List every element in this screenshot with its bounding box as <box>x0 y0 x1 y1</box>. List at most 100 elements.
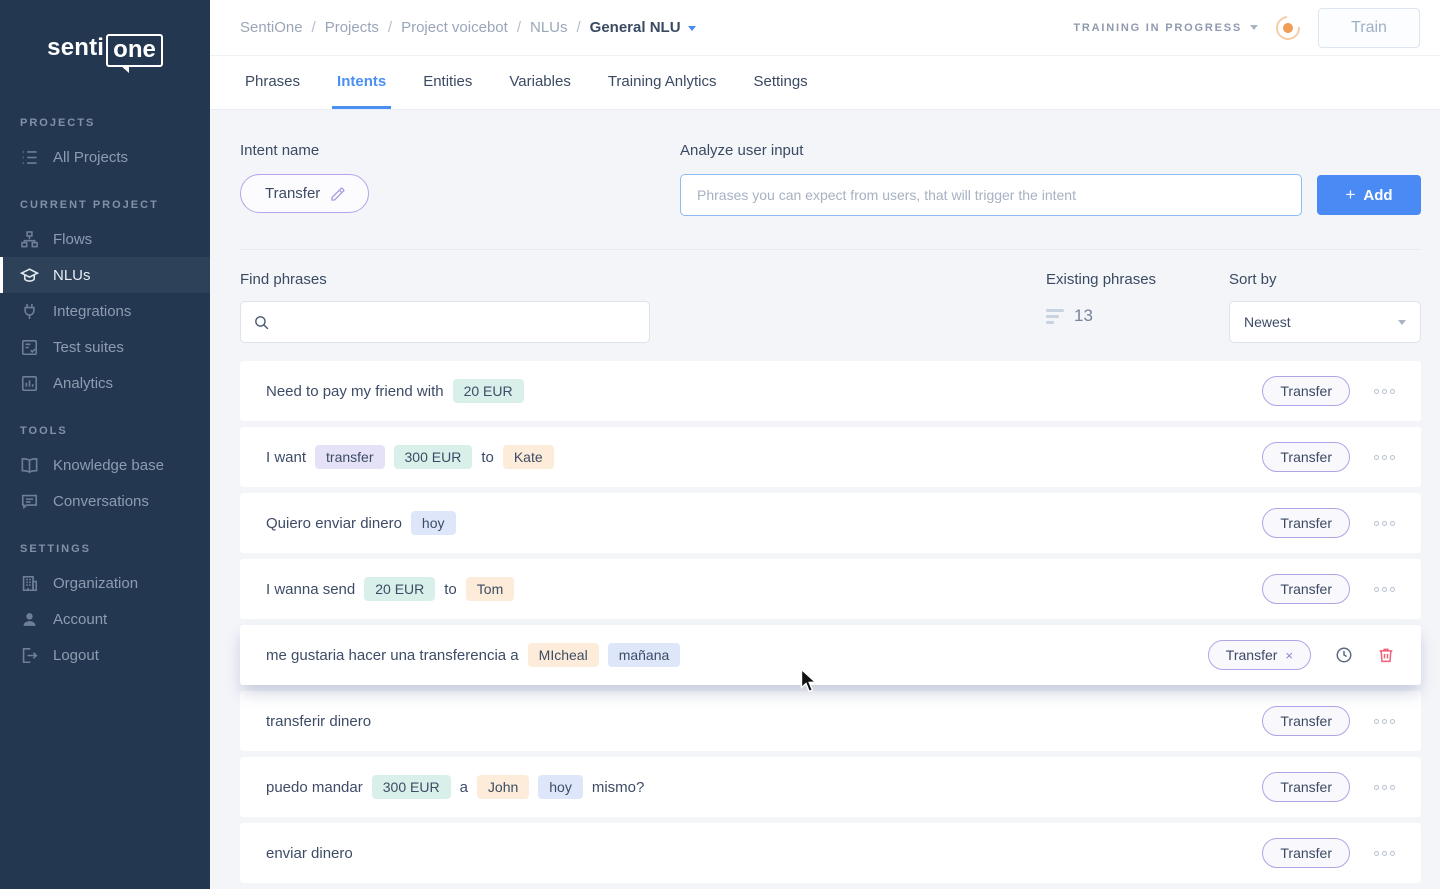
intent-chip-label: Transfer <box>1280 713 1332 729</box>
top-bar: SentiOne/Projects/Project voicebot/NLUs/… <box>210 0 1440 56</box>
entity-tag-amount[interactable]: 20 EUR <box>453 379 524 403</box>
intent-chip[interactable]: Transfer <box>1262 508 1350 538</box>
sidebar-item-logout[interactable]: Logout <box>0 637 210 673</box>
sidebar-item-analytics[interactable]: Analytics <box>0 365 210 401</box>
intent-chip[interactable]: Transfer <box>1262 772 1350 802</box>
entity-tag-date[interactable]: hoy <box>411 511 456 535</box>
building-icon <box>20 574 39 593</box>
entity-tag-person[interactable]: Kate <box>503 445 554 469</box>
intent-name-pill[interactable]: Transfer <box>240 174 369 213</box>
entity-tag-amount[interactable]: 20 EUR <box>364 577 435 601</box>
tab-intents[interactable]: Intents <box>332 73 391 109</box>
phrase-text: transferir dinero <box>266 713 371 730</box>
sidebar-item-integrations[interactable]: Integrations <box>0 293 210 329</box>
training-status[interactable]: TRAINING IN PROGRESS <box>1073 22 1258 34</box>
entity-tag-amount[interactable]: 300 EUR <box>394 445 473 469</box>
entity-tag-date[interactable]: hoy <box>538 775 583 799</box>
analyze-block: Analyze user input + Add <box>680 142 1421 216</box>
intent-chip-label: Transfer <box>1280 581 1332 597</box>
phrase-row[interactable]: me gustaria hacer una transferencia a MIc… <box>240 625 1421 685</box>
more-options-icon[interactable] <box>1374 851 1395 856</box>
breadcrumb-item[interactable]: General NLU <box>590 19 696 36</box>
sentione-logo: senti one <box>47 34 163 67</box>
intent-chip[interactable]: Transfer <box>1262 838 1350 868</box>
breadcrumb-item[interactable]: Projects <box>325 19 379 36</box>
more-options-icon[interactable] <box>1374 785 1395 790</box>
tab-phrases[interactable]: Phrases <box>240 73 305 109</box>
entity-tag-person[interactable]: MIcheal <box>528 643 599 667</box>
sidebar-section-title: PROJECTS <box>0 103 210 139</box>
phrase-text: enviar dinero <box>266 845 353 862</box>
tab-training-anlytics[interactable]: Training Anlytics <box>603 73 722 109</box>
topbar-right: TRAINING IN PROGRESS Train <box>1073 8 1420 48</box>
sidebar-item-test-suites[interactable]: Test suites <box>0 329 210 365</box>
phrase-segment: to <box>444 581 457 598</box>
person-icon <box>20 610 39 629</box>
sidebar-nav: PROJECTSAll ProjectsCURRENT PROJECTFlows… <box>0 93 210 673</box>
phrase-row[interactable]: Need to pay my friend with20 EURTransfer <box>240 361 1421 421</box>
existing-phrases-count: 13 <box>1074 306 1093 326</box>
add-button[interactable]: + Add <box>1317 175 1421 215</box>
entity-tag-keyword[interactable]: transfer <box>315 445 384 469</box>
sidebar-item-all-projects[interactable]: All Projects <box>0 139 210 175</box>
phrase-row[interactable]: I wanna send20 EURtoTomTransfer <box>240 559 1421 619</box>
intent-chip[interactable]: Transfer <box>1262 574 1350 604</box>
phrase-segment: I want <box>266 449 306 466</box>
more-options-icon[interactable] <box>1374 455 1395 460</box>
analyze-user-input[interactable] <box>680 174 1302 216</box>
breadcrumb-item[interactable]: SentiOne <box>240 19 303 36</box>
train-button[interactable]: Train <box>1318 8 1420 48</box>
intent-chip[interactable]: Transfer <box>1262 706 1350 736</box>
tab-entities[interactable]: Entities <box>418 73 477 109</box>
tabs-bar: Phrases Intents Entities Variables Training … <box>210 56 1440 110</box>
book-icon <box>20 456 39 475</box>
logo-text-one: one <box>106 34 163 67</box>
intent-chip[interactable]: Transfer <box>1262 376 1350 406</box>
more-options-icon[interactable] <box>1374 521 1395 526</box>
sidebar-item-organization[interactable]: Organization <box>0 565 210 601</box>
breadcrumb-item[interactable]: NLUs <box>530 19 568 36</box>
edit-pencil-icon[interactable] <box>330 186 346 202</box>
sidebar-item-label: All Projects <box>53 149 128 166</box>
search-input[interactable] <box>279 314 637 330</box>
sidebar-item-label: Organization <box>53 575 138 592</box>
sidebar-item-conversations[interactable]: Conversations <box>0 483 210 519</box>
tab-settings[interactable]: Settings <box>748 73 812 109</box>
sidebar: senti one PROJECTSAll ProjectsCURRENT PR… <box>0 0 210 889</box>
entity-tag-person[interactable]: John <box>477 775 529 799</box>
phrase-row[interactable]: Quiero enviar dinerohoy Transfer <box>240 493 1421 553</box>
intent-chip[interactable]: Transfer <box>1262 442 1350 472</box>
find-phrases-label: Find phrases <box>240 271 650 288</box>
tab-variables[interactable]: Variables <box>504 73 575 109</box>
main-area: SentiOne/Projects/Project voicebot/NLUs/… <box>210 0 1440 889</box>
phrase-row[interactable]: I wanttransfer300 EURtoKateTransfer <box>240 427 1421 487</box>
sidebar-item-label: Test suites <box>53 339 124 356</box>
more-options-icon[interactable] <box>1374 389 1395 394</box>
breadcrumb-separator: / <box>388 19 392 36</box>
more-options-icon[interactable] <box>1374 587 1395 592</box>
entity-tag-person[interactable]: Tom <box>466 577 514 601</box>
more-options-icon[interactable] <box>1374 719 1395 724</box>
breadcrumb-item[interactable]: Project voicebot <box>401 19 508 36</box>
sort-dropdown-value: Newest <box>1244 314 1291 330</box>
phrase-row[interactable]: transferir dinero Transfer <box>240 691 1421 751</box>
sort-dropdown[interactable]: Newest <box>1229 301 1421 343</box>
sidebar-item-nlus[interactable]: NLUs <box>0 257 210 293</box>
intent-chip[interactable]: Transfer× <box>1208 640 1311 670</box>
history-clock-icon[interactable] <box>1335 646 1353 664</box>
phrase-text: Quiero enviar dinerohoy <box>266 511 456 535</box>
sidebar-item-flows[interactable]: Flows <box>0 221 210 257</box>
phrase-text: I wanttransfer300 EURtoKate <box>266 445 554 469</box>
entity-tag-date[interactable]: mañana <box>608 643 681 667</box>
phrase-segment: a <box>460 779 468 796</box>
delete-trash-icon[interactable] <box>1377 646 1395 664</box>
phrase-row[interactable]: puedo mandar300 EURaJohnhoymismo?Transfe… <box>240 757 1421 817</box>
sidebar-item-knowledge-base[interactable]: Knowledge base <box>0 447 210 483</box>
intent-name-value: Transfer <box>265 185 320 202</box>
sidebar-item-label: NLUs <box>53 267 91 284</box>
phrase-row[interactable]: enviar dinero Transfer <box>240 823 1421 883</box>
phrase-segment: me gustaria hacer una transferencia a <box>266 647 519 664</box>
remove-intent-icon[interactable]: × <box>1285 648 1293 663</box>
entity-tag-amount[interactable]: 300 EUR <box>372 775 451 799</box>
sidebar-item-account[interactable]: Account <box>0 601 210 637</box>
